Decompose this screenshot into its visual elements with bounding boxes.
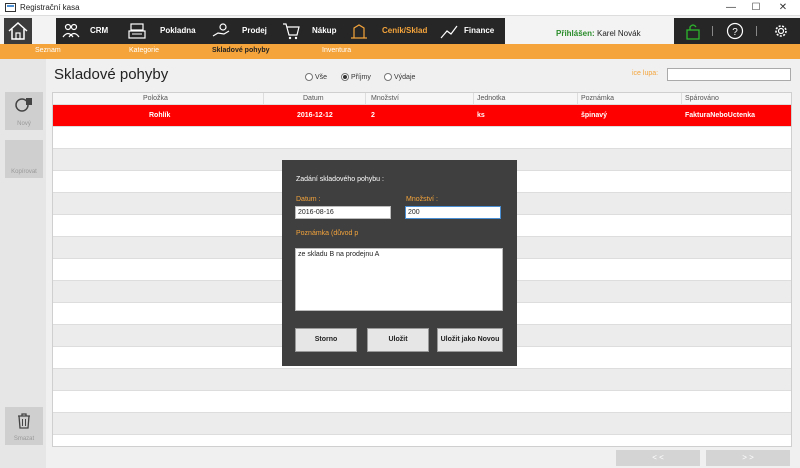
app-window-icon [5,3,16,12]
new-button[interactable]: Nový [5,92,43,130]
filter-income-label: Příjmy [351,73,371,81]
date-label: Datum : [296,196,321,203]
column-header-sparovano[interactable]: Spárováno [685,95,719,102]
next-page-button[interactable]: > > [706,450,790,466]
column-divider [681,93,682,105]
search-input[interactable] [667,68,791,81]
empty-row [53,127,791,149]
radio-dot [341,73,349,81]
prev-page-button[interactable]: < < [616,450,700,466]
nav-label-finance: Finance [464,26,495,35]
nav-pokladna[interactable]: Pokladna [128,18,200,44]
page-title: Skladové pohyby [54,66,169,83]
finance-icon [440,25,458,39]
minimize-icon[interactable]: — [718,0,744,16]
table-row[interactable]: Rohlík 2016-12-12 2 ks špinavý FakturaNe… [53,105,791,127]
cell-sparovano: FakturaNeboUctenka [685,112,756,119]
filter-expense-radio[interactable]: Výdaje [384,73,415,81]
lock-icon[interactable] [684,22,702,40]
help-icon[interactable]: ? [726,22,744,40]
nav-nakup[interactable]: Nákup [282,18,342,44]
window-titlebar: Registrační kasa — ☐ ✕ [0,0,800,16]
copy-button[interactable]: Kopírovat [5,140,43,178]
quantity-field[interactable] [405,206,501,219]
cell-jednotka: ks [477,112,485,119]
delete-button[interactable]: Smazat [5,407,43,445]
crm-people-icon [62,23,80,38]
save-as-new-button[interactable]: Uložit jako Novou [437,328,503,352]
cart-icon [283,23,300,40]
login-user: Karel Novák [597,29,641,38]
filter-income-radio[interactable]: Příjmy [341,73,371,81]
close-icon[interactable]: ✕ [770,0,796,16]
new-item-icon [15,98,32,112]
warehouse-icon [351,24,367,39]
home-button[interactable] [4,18,32,44]
subnav-seznam[interactable]: Seznam [35,47,61,54]
column-divider [263,93,264,105]
column-header-poznamka[interactable]: Poznámka [581,95,614,102]
column-divider [577,93,578,105]
copy-button-label: Kopírovat [11,169,37,175]
cell-poznamka: špinavý [581,112,608,119]
save-button[interactable]: Uložit [367,328,429,352]
sale-hand-icon [212,23,230,37]
cell-polozka: Rohlík [149,112,171,119]
filter-all-label: Vše [315,73,328,81]
column-header-mnozstvi[interactable]: Množství [371,95,399,102]
nav-label-prodej: Prodej [242,26,267,35]
radio-dot [384,73,392,81]
cash-register-icon [128,23,146,39]
dialog-title: Zadání skladového pohybu : [296,176,384,183]
login-label: Přihlášen: [556,29,595,38]
cancel-button[interactable]: Storno [295,328,357,352]
right-toolbar: ? [674,18,800,44]
quantity-label: Množství : [406,196,438,203]
empty-row [53,369,791,391]
filter-expense-label: Výdaje [394,73,416,81]
note-label: Poznámka (důvod p [296,230,359,237]
column-header-polozka[interactable]: Položka [143,95,168,102]
date-field[interactable] [295,206,391,219]
nav-label-cenik-sklad: Ceník/Sklad [382,26,428,35]
search-label: ice lupa: [632,70,659,77]
gear-icon[interactable] [772,22,790,40]
note-textarea[interactable]: ze skladu B na prodejnu A [295,248,503,311]
toolbar-divider [756,26,757,36]
empty-row [53,413,791,435]
trash-icon [18,413,30,429]
stock-movement-dialog: Zadání skladového pohybu : Datum : Množs… [282,160,517,366]
delete-button-label: Smazat [13,436,35,442]
toolbar-divider [712,26,713,36]
nav-crm[interactable]: CRM [62,18,118,44]
nav-label-nakup: Nákup [312,26,337,35]
nav-prodej[interactable]: Prodej [212,18,272,44]
table-header: Položka Datum Množství Jednotka Poznámka… [53,93,791,105]
column-divider [365,93,366,105]
nav-label-pokladna: Pokladna [160,26,196,35]
subnav-skladove-pohyby[interactable]: Skladové pohyby [212,47,270,54]
subnav-inventura[interactable]: Inventura [322,47,351,54]
filter-all-radio[interactable]: Vše [305,73,327,81]
nav-cenik-sklad[interactable]: Ceník/Sklad [350,18,434,44]
home-icon [8,21,28,40]
subnav-kategorie[interactable]: Kategorie [129,47,159,54]
nav-finance[interactable]: Finance [440,18,504,44]
column-divider [473,93,474,105]
column-header-jednotka[interactable]: Jednotka [477,95,505,102]
cell-mnozstvi: 2 [371,112,375,119]
column-header-datum[interactable]: Datum [303,95,324,102]
svg-text:?: ? [732,27,738,38]
cell-datum: 2016-12-12 [297,112,333,119]
sub-nav: Seznam Kategorie Skladové pohyby Inventu… [0,44,800,59]
empty-row [53,391,791,413]
radio-dot [305,73,313,81]
main-nav: CRM Pokladna Prodej Nákup Ceník/Sklad Fi… [56,18,505,44]
new-button-label: Nový [17,121,31,127]
maximize-icon[interactable]: ☐ [743,0,769,16]
window-title: Registrační kasa [20,3,80,12]
nav-label-crm: CRM [90,26,109,35]
